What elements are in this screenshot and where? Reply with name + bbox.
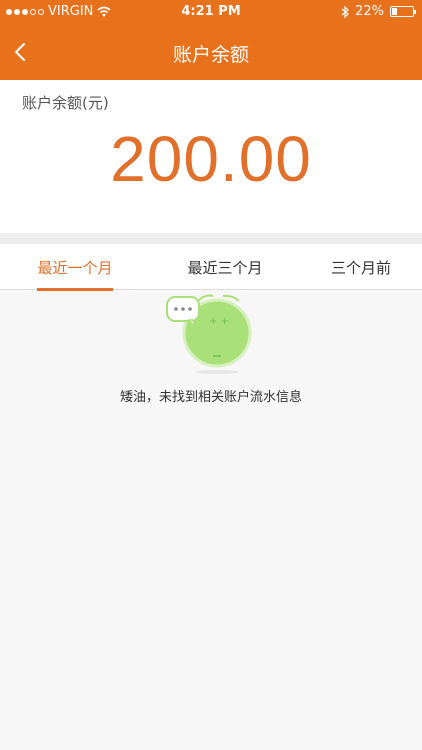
balance-card: 账户余额(元) 200.00 bbox=[0, 80, 422, 233]
period-tabs: 最近一个月 最近三个月 三个月前 bbox=[0, 244, 422, 291]
status-bar: VIRGIN 4:21 PM 22% bbox=[0, 0, 422, 24]
battery-fill bbox=[392, 8, 397, 15]
battery-icon bbox=[390, 6, 416, 17]
tab-label: 最近三个月 bbox=[187, 258, 263, 277]
empty-state-message: 矮油，未找到相关账户流水信息 bbox=[119, 390, 302, 405]
balance-amount: 200.00 bbox=[110, 123, 312, 195]
battery-percent: 22% bbox=[355, 4, 384, 19]
header-bar: VIRGIN 4:21 PM 22% 账户余额 bbox=[0, 0, 422, 80]
tab-last-month[interactable]: 最近一个月 bbox=[0, 244, 150, 291]
navigation-bar: 账户余额 bbox=[0, 24, 422, 80]
tab-label: 最近一个月 bbox=[37, 258, 113, 277]
balance-label: 账户余额(元) bbox=[22, 94, 109, 112]
page-title: 账户余额 bbox=[172, 44, 249, 66]
bluetooth-icon bbox=[341, 5, 349, 18]
tab-label: 三个月前 bbox=[330, 258, 391, 277]
svg-text:+ +: + + bbox=[209, 316, 229, 327]
empty-face-chat-icon: + + bbox=[166, 294, 252, 374]
status-right: 22% bbox=[341, 4, 416, 19]
active-tab-indicator bbox=[37, 288, 113, 291]
tab-older-than-three-months[interactable]: 三个月前 bbox=[300, 244, 422, 290]
section-divider bbox=[0, 233, 422, 244]
tab-last-three-months[interactable]: 最近三个月 bbox=[150, 244, 300, 290]
